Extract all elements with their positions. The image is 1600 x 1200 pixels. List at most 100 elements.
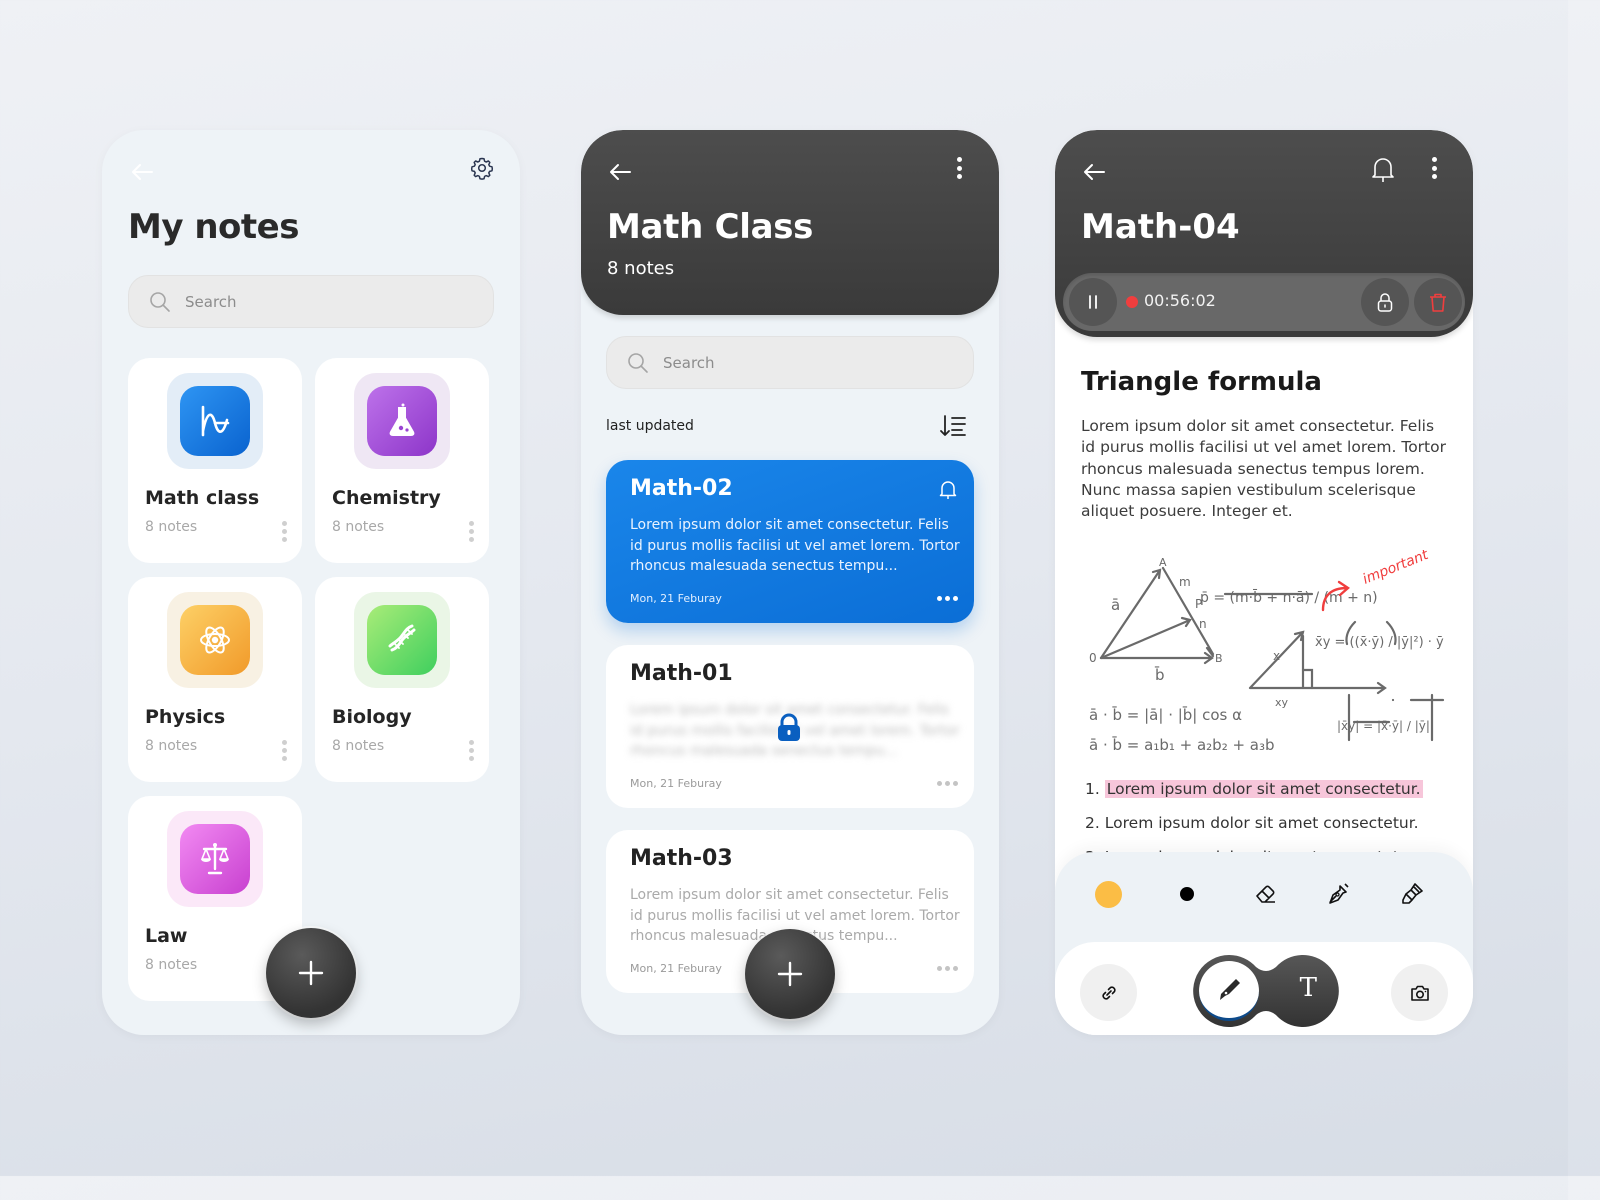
stroke-dot-icon [1180, 887, 1194, 901]
folder-icon-bg [354, 373, 450, 469]
note-card-math-01[interactable]: Math-01 Lorem ipsum dolor sit amet conse… [606, 645, 974, 808]
search-input[interactable]: Search [606, 336, 974, 389]
list-text: Lorem ipsum dolor sit amet consectetur. [1104, 814, 1419, 832]
camera-icon [1410, 985, 1429, 1001]
eraser-button[interactable] [1249, 877, 1283, 911]
note-title: Math-03 [630, 846, 733, 871]
bell-icon[interactable] [1371, 155, 1395, 183]
eraser-icon [1256, 885, 1275, 903]
sketch-formula-dot-product: ā · b̄ = |ā| · |b̄| cos α [1089, 705, 1242, 724]
list-text: 1. [1085, 780, 1100, 798]
gear-icon[interactable] [470, 156, 494, 180]
delete-recording-button[interactable] [1414, 278, 1462, 326]
more-options-icon[interactable] [937, 966, 958, 971]
text-mode-button[interactable]: T [1300, 973, 1317, 1003]
folder-name: Law [145, 925, 188, 947]
folder-title: Math Class [607, 207, 814, 247]
fountain-pen-icon [1329, 883, 1349, 904]
folder-card-math[interactable]: Math class 8 notes [128, 358, 302, 563]
pen-mode-button[interactable] [1199, 961, 1259, 1021]
folder-card-chemistry[interactable]: Chemistry 8 notes [315, 358, 489, 563]
add-note-button[interactable] [745, 929, 835, 1019]
highlighted-text: Lorem ipsum dolor sit amet consectetur. [1104, 780, 1423, 798]
add-folder-button[interactable] [266, 928, 356, 1018]
page-title: My notes [128, 207, 299, 247]
folder-header: Math Class 8 notes [581, 130, 999, 315]
camera-button[interactable] [1391, 964, 1448, 1021]
folder-icon-tile [367, 386, 437, 456]
sketch-vector-b [1099, 651, 1214, 665]
folder-icon-tile [180, 824, 250, 894]
search-icon [628, 352, 648, 373]
folder-card-physics[interactable]: Physics 8 notes [128, 577, 302, 782]
note-date: Mon, 21 Feburay [630, 777, 722, 790]
folder-count: 8 notes [145, 738, 198, 754]
yellow-color-swatch [1094, 880, 1122, 908]
search-placeholder: Search [185, 292, 237, 311]
lock-button[interactable] [1361, 278, 1409, 326]
more-options-icon[interactable] [469, 521, 475, 543]
attach-link-button[interactable] [1080, 964, 1137, 1021]
lock-icon[interactable] [776, 713, 802, 743]
note-date: Mon, 21 Feburay [630, 592, 722, 605]
link-icon [1101, 985, 1116, 1000]
dna-icon [388, 624, 416, 652]
folder-name: Math class [145, 487, 260, 509]
folder-card-biology[interactable]: Biology 8 notes [315, 577, 489, 782]
search-input[interactable]: Search [128, 275, 494, 328]
lock-icon [1377, 293, 1393, 312]
folder-count: 8 notes [332, 738, 385, 754]
sketch-label-o: 0 [1089, 651, 1097, 665]
more-options-icon[interactable] [282, 740, 288, 762]
back-arrow-icon[interactable] [608, 162, 632, 182]
handwritten-sketch[interactable]: 0 A B ā b̄ m P n x xy p̄ = (m·b̄ + n·ā) … [1075, 550, 1455, 770]
folder-name: Chemistry [332, 487, 441, 509]
note-editor-screen: Math-04 00:56:02 Triangle formula Lorem … [1055, 130, 1473, 1035]
folder-icon-bg [354, 592, 450, 688]
kebab-menu-icon[interactable] [957, 157, 963, 181]
folder-count: 8 notes [332, 519, 385, 535]
sketch-formula-projection: x̄y = ((x̄·ȳ) / |ȳ|²) · ȳ [1315, 635, 1444, 650]
sketch-formula-p: p̄ = (m·b̄ + n·ā) / (m + n) [1200, 588, 1378, 606]
list-item: 2. Lorem ipsum dolor sit amet consectetur… [1085, 810, 1465, 844]
folder-icon-tile [180, 605, 250, 675]
more-options-icon[interactable] [469, 740, 475, 762]
note-title: Math-02 [630, 476, 733, 501]
my-notes-screen: My notes Search Math class 8 notes Chemi… [102, 130, 520, 1035]
document-heading: Triangle formula [1081, 367, 1322, 397]
back-arrow-icon[interactable] [130, 162, 154, 182]
pause-button[interactable] [1069, 278, 1117, 326]
pause-icon [1089, 295, 1097, 309]
note-date: Mon, 21 Feburay [630, 962, 722, 975]
sort-label: last updated [606, 418, 694, 434]
folder-icon-bg [167, 592, 263, 688]
folder-name: Physics [145, 706, 226, 728]
folder-icon-bg [167, 811, 263, 907]
note-header: Math-04 00:56:02 [1055, 130, 1473, 337]
kebab-menu-icon[interactable] [1432, 157, 1438, 181]
more-options-icon[interactable] [282, 521, 288, 543]
trash-icon [1430, 293, 1446, 312]
function-graph-icon [201, 405, 230, 437]
sketch-label-b: b̄ [1155, 665, 1165, 684]
brush-pen-icon [1220, 978, 1240, 1000]
folder-icon-tile [180, 386, 250, 456]
more-options-icon[interactable] [937, 596, 958, 601]
stroke-size-button[interactable] [1170, 877, 1204, 911]
list-text: 2. [1085, 814, 1100, 832]
sketch-label-A: A [1159, 556, 1167, 569]
bell-icon[interactable] [939, 479, 957, 499]
note-card-math-02[interactable]: Math-02 Lorem ipsum dolor sit amet conse… [606, 460, 974, 623]
color-swatch-button[interactable] [1091, 877, 1125, 911]
sketch-label-n: n [1199, 617, 1207, 631]
highlighter-button[interactable] [1396, 877, 1430, 911]
bottom-toolbar: T [1055, 942, 1473, 1035]
sort-descending-icon[interactable] [939, 414, 967, 438]
input-mode-switch[interactable]: T [1193, 955, 1339, 1027]
back-arrow-icon[interactable] [1082, 162, 1106, 182]
pen-button[interactable] [1321, 877, 1355, 911]
sketch-formula-magnitude: |x̄y| = |x̄·ȳ| / |ȳ| [1337, 719, 1430, 733]
sketch-formula-components: ā · b̄ = a₁b₁ + a₂b₂ + a₃b [1089, 735, 1275, 754]
more-options-icon[interactable] [937, 781, 958, 786]
highlighter-icon [1402, 883, 1423, 904]
